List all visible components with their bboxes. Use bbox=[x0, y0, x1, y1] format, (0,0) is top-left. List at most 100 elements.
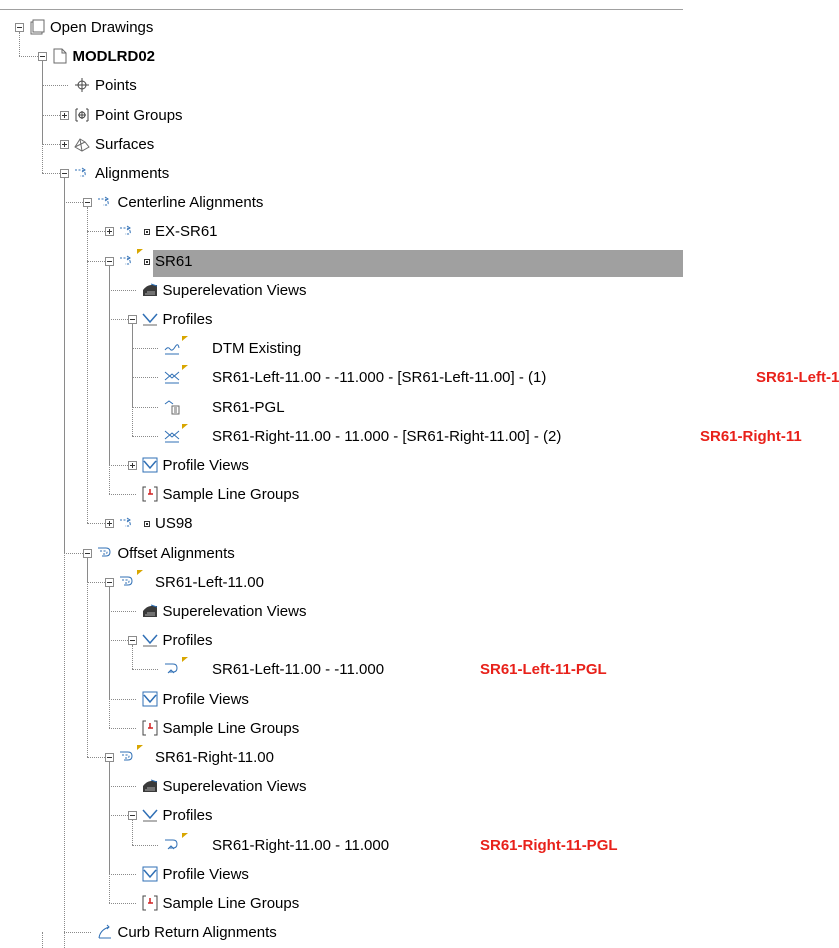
tree-node-surfaces[interactable]: Surfaces bbox=[0, 132, 839, 156]
tree-node-ex-sr61[interactable]: EX-SR61 bbox=[0, 219, 839, 243]
tree-connector-line bbox=[41, 61, 43, 173]
tree-connector-line bbox=[131, 820, 133, 845]
surfaces-icon bbox=[73, 135, 91, 153]
tree-node-label: SR61-PGL bbox=[212, 399, 285, 416]
profile-layout-icon bbox=[163, 398, 181, 416]
collapse-toggle[interactable] bbox=[127, 315, 137, 324]
expand-toggle[interactable] bbox=[60, 140, 69, 149]
collapse-toggle[interactable] bbox=[127, 811, 137, 820]
tree-connector-line bbox=[109, 874, 136, 875]
profile-offset-icon bbox=[163, 660, 181, 678]
profile-offset-icon bbox=[163, 836, 181, 854]
tree-node-sr61[interactable]: SR61 bbox=[0, 249, 839, 277]
tree-node-label: Profile Views bbox=[162, 457, 249, 474]
tree-node-label: Superelevation Views bbox=[162, 603, 307, 620]
tree-connector-line bbox=[109, 290, 136, 291]
tree-node-label: Curb Return Alignments bbox=[117, 924, 277, 941]
alignment-icon bbox=[118, 252, 136, 270]
drawing-icon bbox=[51, 47, 69, 65]
alignment-icon bbox=[118, 514, 136, 532]
tree-connector-line bbox=[109, 494, 136, 495]
reference-status-icon bbox=[144, 229, 150, 235]
tree-node-label: Superelevation Views bbox=[162, 282, 307, 299]
expand-toggle[interactable] bbox=[105, 227, 114, 236]
panel-top-border bbox=[0, 9, 683, 10]
expand-toggle[interactable] bbox=[60, 111, 69, 120]
collapse-toggle[interactable] bbox=[37, 52, 47, 61]
collapse-toggle[interactable] bbox=[105, 753, 114, 762]
tree-node-curb-return-alignments[interactable]: Curb Return Alignments bbox=[0, 920, 839, 944]
tree-node-centerline-alignments[interactable]: Centerline Alignments bbox=[0, 190, 839, 214]
point-groups-icon bbox=[73, 106, 91, 124]
collapse-toggle[interactable] bbox=[127, 636, 137, 645]
superelevation-views-icon bbox=[141, 602, 159, 620]
tree-connector-line bbox=[109, 611, 136, 612]
collapse-toggle[interactable] bbox=[82, 549, 92, 558]
tree-node-label: Profile Views bbox=[162, 691, 249, 708]
offset-alignment-icon bbox=[118, 573, 136, 591]
profiles-icon bbox=[141, 310, 159, 328]
tree-node-point-groups[interactable]: Point Groups bbox=[0, 103, 839, 127]
tree-connector-line bbox=[64, 932, 91, 933]
alignments-icon bbox=[73, 164, 91, 182]
profile-views-icon bbox=[141, 865, 159, 883]
tree-node-offset-alignments[interactable]: Offset Alignments bbox=[0, 541, 839, 565]
drawing-set-icon bbox=[28, 18, 46, 36]
tree-node-sr61-right-11-00-11-000-sr61-right-11-00-2[interactable]: SR61-Right-11.00 - 11.000 - [SR61-Right-… bbox=[0, 424, 839, 448]
modified-flag-icon bbox=[137, 249, 143, 254]
annotation-label: SR61-Right-11-PGL bbox=[480, 837, 618, 854]
tree-connector-line bbox=[131, 845, 158, 846]
alignment-icon bbox=[118, 222, 136, 240]
tree-node-sr61-left-11-00[interactable]: SR61-Left-11.00 bbox=[0, 570, 839, 594]
offset-alignment-icon bbox=[96, 544, 114, 562]
tree-node-label: Point Groups bbox=[95, 107, 183, 124]
tree-node-label: Points bbox=[95, 77, 137, 94]
alignment-icon bbox=[96, 193, 114, 211]
offset-alignment-icon bbox=[118, 748, 136, 766]
tree-connector-line bbox=[109, 903, 136, 904]
expand-toggle[interactable] bbox=[127, 461, 137, 470]
tree-node-sr61-left-11-00-11-000[interactable]: SR61-Left-11.00 - -11.000 SR61-Left-11-PG… bbox=[0, 657, 839, 681]
tree-node-open-drawings[interactable]: Open Drawings bbox=[0, 15, 839, 39]
tree-connector-line bbox=[109, 762, 110, 903]
tree-connector-line bbox=[109, 786, 136, 787]
tree-node-sr61-left-11-00-11-000-sr61-left-11-00-1[interactable]: SR61-Left-11.00 - -11.000 - [SR61-Left-1… bbox=[0, 365, 839, 389]
tree-node-alignments[interactable]: Alignments bbox=[0, 161, 839, 185]
tree-connector-line bbox=[109, 587, 110, 728]
collapse-toggle[interactable] bbox=[105, 257, 114, 266]
tree-node-sr61-right-11-00-11-000[interactable]: SR61-Right-11.00 - 11.000 SR61-Right-11-P… bbox=[0, 833, 839, 857]
collapse-toggle[interactable] bbox=[82, 198, 92, 207]
tree-node-label: SR61-Right-11.00 bbox=[155, 749, 274, 766]
tree-node-sr61-pgl[interactable]: SR61-PGL bbox=[0, 395, 839, 419]
tree-node-label: Centerline Alignments bbox=[117, 194, 264, 211]
tree-connector-line bbox=[41, 85, 68, 86]
tree-connector-line bbox=[131, 645, 133, 669]
collapse-toggle[interactable] bbox=[15, 23, 24, 32]
tree-node-label: Open Drawings bbox=[50, 19, 154, 36]
tree-node-label: SR61 bbox=[155, 253, 193, 270]
collapse-toggle[interactable] bbox=[105, 578, 114, 587]
sample-line-groups-icon bbox=[141, 719, 159, 737]
expand-toggle[interactable] bbox=[105, 519, 114, 528]
tree-node-dtm-existing[interactable]: DTM Existing bbox=[0, 336, 839, 360]
tree-node-sr61-right-11-00[interactable]: SR61-Right-11.00 bbox=[0, 745, 839, 769]
tree-connector-line bbox=[41, 932, 43, 948]
tree-node-label: DTM Existing bbox=[212, 340, 302, 357]
tree-node-us98[interactable]: US98 bbox=[0, 511, 839, 535]
reference-status-icon bbox=[144, 259, 150, 265]
tree-connector-line bbox=[109, 728, 136, 729]
modified-flag-icon bbox=[137, 570, 143, 575]
tree-node-points[interactable]: Points bbox=[0, 73, 839, 97]
tree-node-label: SR61-Left-11.00 - -11.000 bbox=[212, 661, 385, 678]
tree-node-label: Profiles bbox=[162, 311, 213, 328]
tree-node-label: SR61-Left-11.00 - -11.000 - [SR61-Left-1… bbox=[212, 369, 547, 386]
tree-connector-line bbox=[131, 669, 158, 670]
tree-connector-line bbox=[109, 699, 136, 700]
tree-node-modlrd02[interactable]: MODLRD02 bbox=[0, 44, 839, 68]
profile-views-icon bbox=[141, 456, 159, 474]
superelevation-views-icon bbox=[141, 281, 159, 299]
tree-connector-line bbox=[19, 32, 20, 56]
tree-connector-line bbox=[64, 932, 65, 948]
collapse-toggle[interactable] bbox=[60, 169, 69, 178]
modified-flag-icon bbox=[182, 365, 188, 370]
